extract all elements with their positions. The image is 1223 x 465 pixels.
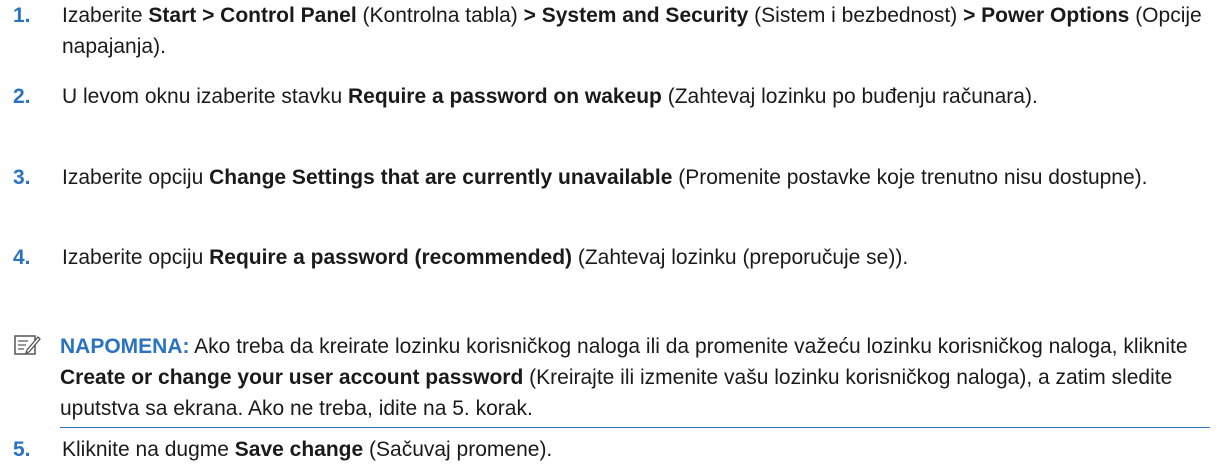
text-run: Izaberite opciju — [62, 166, 210, 189]
note-body: Ako treba da kreirate lozinku korisničko… — [60, 335, 1188, 420]
text-run: (Zahtevaj lozinku (preporučuje se)). — [572, 246, 909, 269]
text-run: U levom oknu izaberite stavku — [62, 85, 348, 108]
bold-run: Create or change your user account passw… — [60, 366, 524, 389]
step-number: 2. — [13, 85, 31, 108]
bold-run: Require a password on wakeup — [347, 85, 662, 108]
step-text: Kliknite na dugme Save change (Sačuvaj p… — [62, 434, 1209, 465]
text-run: Izaberite — [62, 4, 149, 27]
bold-run: Change Settings that are currently unava… — [209, 166, 673, 189]
text-run: (Zahtevaj lozinku po buđenju računara). — [661, 85, 1038, 108]
text-run: Kliknite na dugme — [62, 438, 235, 461]
bold-run: > System and Security — [523, 4, 749, 27]
bold-run: > Power Options — [963, 4, 1130, 27]
note-box: NAPOMENA: Ako treba da kreirate lozinku … — [14, 331, 1210, 428]
text-run: (Sistem i bezbednost) — [748, 4, 964, 27]
text-run: Ako treba da kreirate lozinku korisničko… — [189, 335, 1188, 358]
text-run: (Promenite postavke koje trenutno nisu d… — [672, 166, 1148, 189]
note-pencil-icon — [14, 335, 41, 355]
text-run: Izaberite opciju — [62, 246, 210, 269]
step-text: Izaberite opciju Change Settings that ar… — [62, 162, 1209, 193]
text-run: (Kontrolna tabla) — [356, 4, 524, 27]
note-label: NAPOMENA: — [60, 335, 190, 358]
step-text: U levom oknu izaberite stavku Require a … — [62, 81, 1209, 112]
step-text: Izaberite Start > Control Panel (Kontrol… — [62, 0, 1209, 62]
bold-run: Save change — [234, 438, 364, 461]
step-number: 3. — [13, 166, 31, 189]
text-run: (Sačuvaj promene). — [363, 438, 553, 461]
step-number: 1. — [13, 4, 31, 27]
step-number: 4. — [13, 246, 31, 269]
step-text: Izaberite opciju Require a password (rec… — [62, 242, 1209, 273]
note-text: NAPOMENA: Ako treba da kreirate lozinku … — [60, 331, 1210, 424]
bold-run: Require a password (recommended) — [209, 246, 573, 269]
bold-run: Start > Control Panel — [148, 4, 357, 27]
step-number: 5. — [13, 438, 31, 461]
